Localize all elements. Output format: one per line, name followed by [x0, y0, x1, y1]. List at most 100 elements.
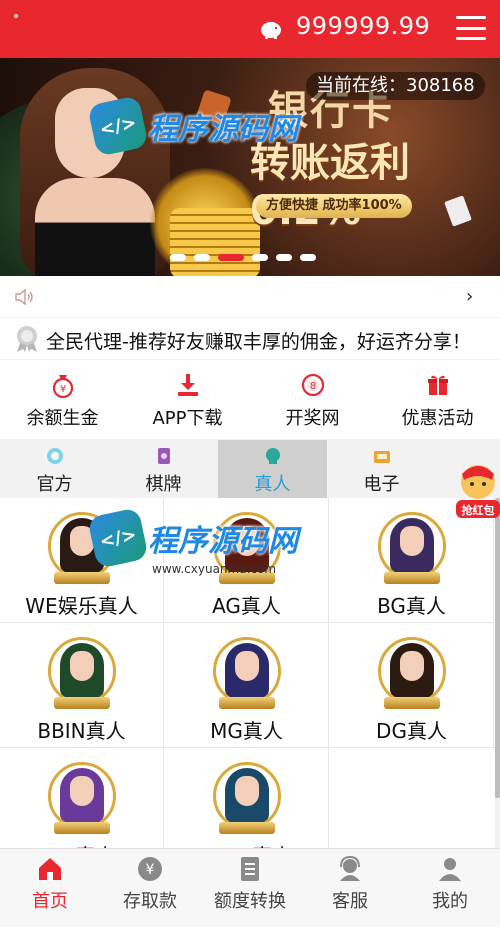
top-header: 999999.99: [0, 0, 500, 58]
tab-label: 真人: [254, 474, 291, 495]
quick-action-promotions[interactable]: 优惠活动: [375, 360, 500, 439]
medal-icon: [17, 326, 37, 352]
dealer-portrait: [47, 512, 116, 588]
tab-label: 电子: [363, 474, 400, 495]
red-envelope-icon[interactable]: 抢红包: [452, 462, 500, 524]
gold-ribbon: [218, 572, 275, 584]
notice-text: 全民代理-推荐好友赚取丰厚的佣金，好运齐分享！: [46, 331, 471, 353]
dealer-portrait: [212, 762, 281, 838]
quick-action-label: 开奖网: [285, 408, 340, 429]
download-icon: [177, 374, 198, 396]
promo-banner[interactable]: 银行卡 转账返利0.2% 方便快捷 成功率100% 当前在线：308168: [0, 58, 500, 276]
game-name: AG真人: [212, 594, 281, 618]
gold-ribbon: [53, 822, 110, 834]
game-name: DG真人: [376, 719, 447, 743]
carousel-dots[interactable]: [170, 254, 316, 261]
game-name: MG真人: [210, 719, 283, 743]
nav-customer-service[interactable]: 客服: [300, 849, 400, 927]
game-name: BG真人: [377, 594, 446, 618]
home-icon: [39, 858, 61, 880]
nav-my-account[interactable]: 我的: [400, 849, 500, 927]
gold-ring: [47, 512, 116, 580]
user-icon: [439, 858, 461, 881]
gold-ring: [212, 637, 281, 705]
carousel-dot[interactable]: [194, 254, 210, 261]
tab-live[interactable]: 真人: [218, 440, 327, 498]
piggy-bank-icon[interactable]: [258, 16, 284, 40]
yen-coin-icon: ¥: [138, 857, 162, 881]
banner-tagline: 方便快捷 成功率100%: [256, 194, 412, 218]
carousel-dot[interactable]: [170, 254, 186, 261]
carousel-dot[interactable]: [252, 254, 268, 261]
quick-actions: ¥ 余额生金 APP下载 8 开奖网 优惠活动: [0, 360, 500, 440]
gold-ribbon: [383, 572, 440, 584]
gold-ribbon: [53, 697, 110, 709]
bottom-nav: 首页 ¥ 存取款 额度转换 客服 我的: [0, 848, 500, 927]
game-card[interactable]: DG真人: [330, 623, 494, 748]
game-card[interactable]: AB真人: [0, 748, 164, 848]
quick-action-balance-gold[interactable]: ¥ 余额生金: [0, 360, 125, 439]
nav-label: 额度转换: [214, 891, 286, 912]
dealer-portrait: [47, 637, 116, 713]
quick-action-app-download[interactable]: APP下载: [125, 360, 250, 439]
transfer-icon: [241, 857, 259, 881]
dealer-portrait: [212, 512, 281, 588]
gold-ribbon: [383, 697, 440, 709]
hamburger-menu-icon[interactable]: [456, 16, 486, 40]
model-body: [35, 178, 155, 276]
gold-ring: [47, 637, 116, 705]
gift-icon: [427, 375, 448, 395]
gold-ring: [377, 637, 446, 705]
quick-action-label: 优惠活动: [401, 408, 474, 429]
svg-text:8: 8: [309, 381, 315, 392]
money-bag-icon: ¥: [52, 375, 73, 398]
game-card[interactable]: EBET真人: [165, 748, 329, 848]
carousel-dot[interactable]: [276, 254, 292, 261]
game-card[interactable]: AG真人: [165, 498, 329, 623]
svg-text:¥: ¥: [146, 862, 155, 878]
nav-label: 我的: [432, 891, 468, 912]
tab-official[interactable]: 官方: [0, 440, 109, 498]
balance-amount: 999999.99: [296, 12, 431, 40]
nav-home[interactable]: 首页: [0, 849, 100, 927]
quick-action-lottery[interactable]: 8 开奖网: [250, 360, 375, 439]
tab-label: 棋牌: [145, 474, 182, 495]
game-card[interactable]: BBIN真人: [0, 623, 164, 748]
live-icon: [265, 448, 280, 464]
nav-transfer[interactable]: 额度转换: [200, 849, 300, 927]
model-face: [55, 88, 125, 178]
nav-deposit-withdraw[interactable]: ¥ 存取款: [100, 849, 200, 927]
dealer-portrait: [212, 637, 281, 713]
game-name: WE娱乐真人: [25, 594, 138, 618]
gold-ring: [212, 762, 281, 830]
tab-chess-cards[interactable]: 棋牌: [109, 440, 218, 498]
gold-ring: [377, 512, 446, 580]
speaker-icon: [15, 288, 33, 306]
dealer-portrait: [47, 762, 116, 838]
quick-action-label: 余额生金: [26, 408, 99, 429]
tab-electronic[interactable]: 电子: [327, 440, 436, 498]
tab-label: 官方: [36, 474, 73, 495]
game-name: EBET真人: [201, 840, 292, 848]
game-grid: WE娱乐真人 AG真人 BG真人 BBIN真人 MG真人 DG真人 AB真人 EBET真人: [0, 498, 495, 848]
status-dot: [14, 14, 18, 18]
gold-ring: [212, 512, 281, 580]
nav-label: 客服: [332, 891, 368, 912]
notice-bar[interactable]: 全民代理-推荐好友赚取丰厚的佣金，好运齐分享！: [0, 318, 500, 360]
game-card[interactable]: WE娱乐真人: [0, 498, 164, 623]
cards-icon: [157, 448, 170, 464]
chevron-right-icon[interactable]: ›: [466, 286, 473, 307]
carousel-dot[interactable]: [300, 254, 316, 261]
announcement-bar[interactable]: ›: [0, 276, 500, 318]
gold-ribbon: [218, 697, 275, 709]
game-name: BBIN真人: [37, 719, 126, 743]
official-icon: [46, 448, 63, 464]
coin-stack: [170, 208, 260, 276]
nav-label: 存取款: [123, 891, 177, 912]
float-badge-text: 抢红包: [462, 503, 495, 517]
game-card[interactable]: MG真人: [165, 623, 329, 748]
slot-icon: [373, 451, 390, 463]
scrollbar[interactable]: [495, 498, 500, 798]
carousel-dot[interactable]: [218, 254, 244, 261]
gold-ribbon: [218, 822, 275, 834]
